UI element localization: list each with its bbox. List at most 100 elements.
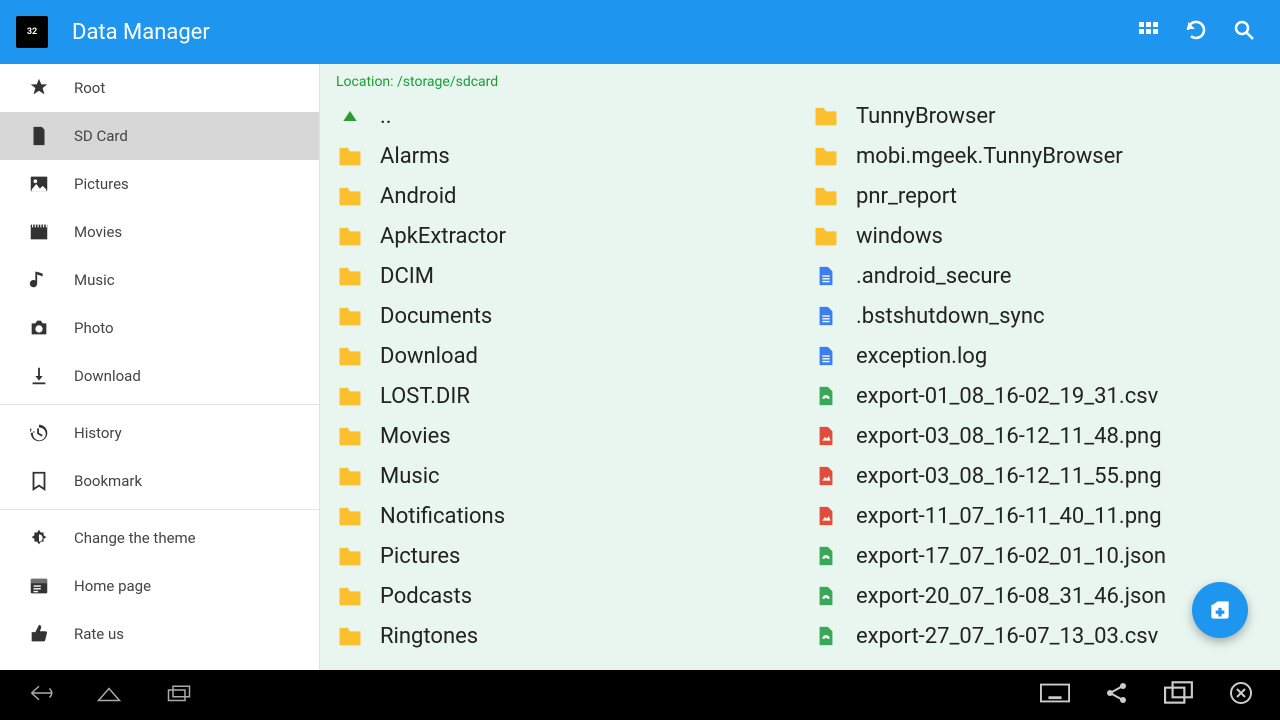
file-entry[interactable]: ApkExtractor xyxy=(328,216,804,256)
file-entry[interactable]: DCIM xyxy=(328,256,804,296)
sidebar-item-label: Movies xyxy=(74,223,122,241)
sidebar-item-label: Music xyxy=(74,271,115,289)
folder-icon xyxy=(336,622,364,650)
back-button[interactable] xyxy=(24,681,54,709)
note-icon xyxy=(28,269,50,291)
grid-view-button[interactable] xyxy=(1136,18,1160,46)
file-entry[interactable]: Android xyxy=(328,176,804,216)
recent-apps-button[interactable] xyxy=(164,681,194,709)
file-name: Alarms xyxy=(380,144,450,169)
file-entry[interactable]: export-17_07_16-02_01_10.json xyxy=(804,536,1280,576)
file-name: pnr_report xyxy=(856,184,957,209)
sidebar-item-change-the-theme[interactable]: Change the theme xyxy=(0,514,319,562)
folder-icon xyxy=(336,222,364,250)
thumb-icon xyxy=(28,623,50,645)
file-entry[interactable]: export-03_08_16-12_11_48.png xyxy=(804,416,1280,456)
file-name: LOST.DIR xyxy=(380,384,470,409)
location-label: Location: /storage/sdcard xyxy=(320,64,1280,96)
file-entry[interactable]: Alarms xyxy=(328,136,804,176)
file-name: .bstshutdown_sync xyxy=(856,304,1045,329)
file-entry[interactable]: TunnyBrowser xyxy=(804,96,1280,136)
data-file-icon xyxy=(815,623,837,649)
sidebar-item-music[interactable]: Music xyxy=(0,256,319,304)
file-entry[interactable]: mobi.mgeek.TunnyBrowser xyxy=(804,136,1280,176)
file-name: mobi.mgeek.TunnyBrowser xyxy=(856,144,1123,169)
keyboard-button[interactable] xyxy=(1040,681,1070,709)
refresh-button[interactable] xyxy=(1184,18,1208,46)
image-file-icon xyxy=(815,503,837,529)
file-name: DCIM xyxy=(380,264,434,289)
file-entry[interactable]: pnr_report xyxy=(804,176,1280,216)
folder-icon xyxy=(812,142,840,170)
file-name: export-27_07_16-07_13_03.csv xyxy=(856,624,1158,649)
app-icon[interactable]: 32 xyxy=(16,16,48,48)
fab-new[interactable] xyxy=(1192,582,1248,638)
folder-icon xyxy=(336,302,364,330)
file-entry[interactable]: windows xyxy=(804,216,1280,256)
sidebar-item-movies[interactable]: Movies xyxy=(0,208,319,256)
sidebar-item-download[interactable]: Download xyxy=(0,352,319,400)
sidebar-item-label: Download xyxy=(74,367,141,385)
file-entry[interactable]: .android_secure xyxy=(804,256,1280,296)
sidebar-item-label: Pictures xyxy=(74,175,129,193)
folder-icon xyxy=(336,422,364,450)
home-button[interactable] xyxy=(94,681,124,709)
file-entry[interactable]: Podcasts xyxy=(328,576,804,616)
document-icon xyxy=(815,303,837,329)
sidebar-item-history[interactable]: History xyxy=(0,409,319,457)
share-button[interactable] xyxy=(1102,681,1132,709)
file-entry[interactable]: export-03_08_16-12_11_55.png xyxy=(804,456,1280,496)
fullscreen-button[interactable] xyxy=(1164,681,1194,709)
film-icon xyxy=(28,221,50,243)
file-name: exception.log xyxy=(856,344,987,369)
sidebar-item-photo[interactable]: Photo xyxy=(0,304,319,352)
history-icon xyxy=(28,422,50,444)
sidebar-item-label: Photo xyxy=(74,319,114,337)
sidebar-item-rate-us[interactable]: Rate us xyxy=(0,610,319,658)
file-entry[interactable]: Notifications xyxy=(328,496,804,536)
file-grid: .. Alarms Android ApkExtractor DCIM Documents… xyxy=(320,96,1280,666)
file-entry[interactable]: Music xyxy=(328,456,804,496)
file-entry[interactable]: Documents xyxy=(328,296,804,336)
folder-icon xyxy=(336,582,364,610)
sidebar-item-bookmark[interactable]: Bookmark xyxy=(0,457,319,505)
file-entry[interactable]: exception.log xyxy=(804,336,1280,376)
close-button[interactable] xyxy=(1226,681,1256,709)
file-entry[interactable]: export-01_08_16-02_19_31.csv xyxy=(804,376,1280,416)
folder-icon xyxy=(336,342,364,370)
star-icon xyxy=(28,77,50,99)
folder-icon xyxy=(812,102,840,130)
file-name: export-03_08_16-12_11_55.png xyxy=(856,464,1162,489)
sidebar-item-label: SD Card xyxy=(74,127,128,145)
camera-icon xyxy=(28,317,50,339)
file-name: Pictures xyxy=(380,544,460,569)
folder-icon xyxy=(336,142,364,170)
file-entry[interactable]: export-11_07_16-11_40_11.png xyxy=(804,496,1280,536)
sidebar-item-sd-card[interactable]: SD Card xyxy=(0,112,319,160)
file-name: export-20_07_16-08_31_46.json xyxy=(856,584,1166,609)
file-entry[interactable]: .bstshutdown_sync xyxy=(804,296,1280,336)
document-icon xyxy=(815,343,837,369)
search-button[interactable] xyxy=(1232,18,1256,46)
file-name: Podcasts xyxy=(380,584,472,609)
folder-icon xyxy=(336,382,364,410)
system-nav-bar xyxy=(0,670,1280,720)
file-name: Documents xyxy=(380,304,492,329)
file-entry[interactable]: Ringtones xyxy=(328,616,804,656)
parent-dir[interactable]: .. xyxy=(328,96,804,136)
file-name: export-03_08_16-12_11_48.png xyxy=(856,424,1162,449)
file-entry[interactable]: Download xyxy=(328,336,804,376)
file-entry[interactable]: Pictures xyxy=(328,536,804,576)
folder-icon xyxy=(336,262,364,290)
file-entry[interactable]: Movies xyxy=(328,416,804,456)
file-name: Android xyxy=(380,184,456,209)
data-file-icon xyxy=(815,543,837,569)
sidebar-item-root[interactable]: Root xyxy=(0,64,319,112)
file-name: export-17_07_16-02_01_10.json xyxy=(856,544,1166,569)
file-name: .android_secure xyxy=(856,264,1011,289)
sidebar-item-home-page[interactable]: Home page xyxy=(0,562,319,610)
sidebar-item-pictures[interactable]: Pictures xyxy=(0,160,319,208)
file-entry[interactable]: LOST.DIR xyxy=(328,376,804,416)
app-title: Data Manager xyxy=(72,20,1136,45)
web-icon xyxy=(28,575,50,597)
